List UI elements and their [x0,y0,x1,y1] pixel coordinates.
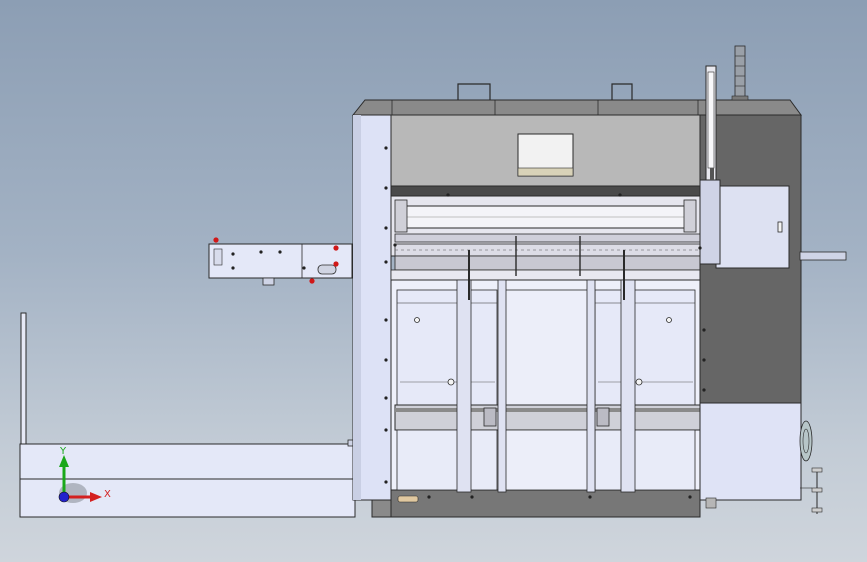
fastener-dot [384,318,388,322]
control-column [699,179,721,265]
fastener-dot [384,260,388,264]
fastener-dot [278,250,282,254]
post-3 [586,279,596,493]
fastener-dot [427,495,431,499]
red-marker-dot [333,245,339,251]
outfeed-guide-post [20,312,27,446]
foot-pedal [397,495,419,503]
fastener-dot [470,495,474,499]
side-feeder [208,243,353,286]
fastener-dot [259,250,263,254]
side-handwheel [799,420,813,462]
door-right [594,289,696,406]
feeder-bracket [262,277,275,286]
y-axis-label: Y [59,446,67,457]
z-axis-origin [58,491,70,503]
fastener-dot [384,428,388,432]
right-support-arm [799,251,847,261]
fastener-dot [384,358,388,362]
fastener-dot [698,246,702,250]
fastener-dot [588,495,592,499]
door-center [498,289,594,406]
fastener-dot [688,495,692,499]
roof-handle-left [457,83,491,100]
fastener-dot [231,266,235,270]
housing-roof [351,99,802,116]
post-1 [456,279,472,493]
fastener-dot [384,226,388,230]
fastener-dot [231,252,235,256]
fastener-dot [702,388,706,392]
door-left [396,289,498,406]
fastener-dot [446,193,450,197]
fastener-dot [702,358,706,362]
cabinet-latch [777,221,783,233]
right-housing [699,45,847,514]
fastener-dot [618,193,622,197]
signal-tower [731,45,749,101]
outfeed-table-body [19,443,356,518]
feeder-latch [317,264,337,275]
post-4 [620,279,636,493]
red-marker-dot [213,237,219,243]
machine-drawing: Y X [19,45,847,518]
guide-bar [394,233,701,243]
fastener-dot [302,266,306,270]
fastener-dot [393,243,397,247]
x-axis-label: X [104,489,111,500]
roof-handle-right [611,83,633,100]
fastener-dot [384,186,388,190]
cad-viewport[interactable]: Y X [0,0,867,562]
fastener-dot [384,480,388,484]
red-marker-dot [309,278,315,284]
red-marker-dot [333,261,339,267]
fastener-dot [384,146,388,150]
fastener-dot [702,328,706,332]
post-2 [497,279,507,493]
lower-right-panel [699,402,802,501]
fastener-dot [384,396,388,400]
